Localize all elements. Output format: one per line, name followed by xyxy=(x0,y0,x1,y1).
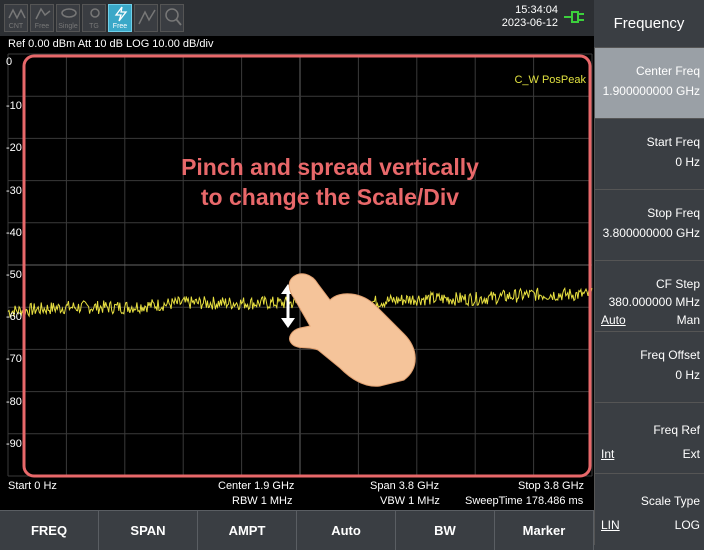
start-freq-item[interactable]: Start Freq 0 Hz xyxy=(594,119,704,190)
trace-label: C_W PosPeak xyxy=(514,74,586,86)
menu-item-label: Start Freq xyxy=(646,135,700,149)
tg-icon[interactable]: TG xyxy=(82,4,106,32)
freq-ref-item[interactable]: Freq Ref Int Ext xyxy=(594,403,704,474)
single-sweep-icon[interactable]: Single xyxy=(56,4,80,32)
center-freq-text: Center 1.9 GHz xyxy=(218,480,295,492)
menu-item-value: 380.000000 MHz xyxy=(608,295,700,309)
gesture-hint-line1: Pinch and spread vertically xyxy=(181,154,479,180)
gesture-hint-line2: to change the Scale/Div xyxy=(200,184,460,210)
y-axis-label: -60 xyxy=(6,311,22,324)
frequency-menu: Frequency Center Freq 1.900000000 GHz St… xyxy=(594,0,704,550)
rbw-text: RBW 1 MHz xyxy=(232,495,293,507)
y-axis-label: -50 xyxy=(6,269,22,281)
menu-item-value: 0 Hz xyxy=(675,155,700,169)
sweep-info-bar: Start 0 Hz Center 1.9 GHz RBW 1 MHz Span… xyxy=(0,478,594,508)
y-axis-label: -20 xyxy=(6,142,22,155)
vbw-text: VBW 1 MHz xyxy=(380,495,440,507)
start-freq-text: Start 0 Hz xyxy=(8,480,57,492)
menu-item-label: Freq Ref xyxy=(653,423,700,437)
gesture-highlight-frame xyxy=(22,54,592,478)
sweep-time-text: SweepTime 178.486 ms xyxy=(465,495,584,507)
y-axis-label: 0 xyxy=(6,56,13,68)
freq-key[interactable]: FREQ xyxy=(0,510,99,550)
spectrum-graph[interactable] xyxy=(0,52,594,480)
bottom-softkeys: FREQ SPAN AMPT Auto BW Marker xyxy=(0,510,594,550)
ref-level-line: Ref 0.00 dBm Att 10 dB LOG 10.00 dB/div xyxy=(8,38,214,50)
free-run-icon[interactable]: Free xyxy=(108,4,132,32)
zoom-icon[interactable] xyxy=(160,4,184,32)
stop-freq-item[interactable]: Stop Freq 3.800000000 GHz xyxy=(594,190,704,261)
marker-key[interactable]: Marker xyxy=(495,510,594,550)
cf-step-man-option[interactable]: Man xyxy=(677,313,700,327)
menu-item-label: Center Freq xyxy=(635,64,700,78)
auto-key[interactable]: Auto xyxy=(297,510,396,550)
power-plug-icon xyxy=(564,11,584,23)
freq-ref-int-option[interactable]: Int xyxy=(601,447,614,461)
top-toolbar: CNT Free Single TG Free 15:34:04 2023-06… xyxy=(0,0,594,36)
pinch-hand-icon xyxy=(281,273,416,387)
bw-key[interactable]: BW xyxy=(396,510,495,550)
y-axis-label: -80 xyxy=(6,395,22,408)
menu-item-label: Freq Offset xyxy=(640,348,700,362)
menu-item-value: 0 Hz xyxy=(675,368,700,382)
menu-item-value: 3.800000000 GHz xyxy=(602,226,700,240)
stop-freq-text: Stop 3.8 GHz xyxy=(518,480,585,492)
date-text: 2023-06-12 xyxy=(501,17,558,29)
menu-item-label: Stop Freq xyxy=(647,206,700,220)
menu-item-value: 1.900000000 GHz xyxy=(602,84,700,98)
y-axis-label: -40 xyxy=(6,226,22,239)
spectrum-plot[interactable]: C_W PosPeak 0 -10 -20 -30 -40 -50 -60 -70 -80 -90… xyxy=(0,52,594,480)
scale-type-item[interactable]: Scale Type LIN LOG xyxy=(594,474,704,545)
scale-lin-option[interactable]: LIN xyxy=(601,518,620,532)
freq-offset-item[interactable]: Freq Offset 0 Hz xyxy=(594,332,704,403)
scale-log-option[interactable]: LOG xyxy=(675,518,700,532)
plot-grid xyxy=(7,53,593,477)
freq-ref-ext-option[interactable]: Ext xyxy=(683,447,700,461)
cont-sweep-icon[interactable]: CNT xyxy=(4,4,28,32)
menu-item-label: CF Step xyxy=(655,277,700,291)
time-text: 15:34:04 xyxy=(515,4,558,16)
y-axis-label: -10 xyxy=(6,100,22,113)
center-freq-item[interactable]: Center Freq 1.900000000 GHz xyxy=(594,48,704,119)
clock: 15:34:04 2023-06-12 xyxy=(502,4,558,30)
span-key[interactable]: SPAN xyxy=(99,510,198,550)
y-axis-label: -90 xyxy=(6,437,22,450)
menu-title: Frequency xyxy=(594,0,704,48)
trigger-icon[interactable]: Free xyxy=(30,4,54,32)
y-axis-label: -70 xyxy=(6,353,22,366)
menu-item-label: Scale Type xyxy=(640,494,700,508)
marker-peak-icon[interactable] xyxy=(134,4,158,32)
cf-step-auto-option[interactable]: Auto xyxy=(601,313,626,327)
y-axis-label: -30 xyxy=(6,184,22,197)
ampt-key[interactable]: AMPT xyxy=(198,510,297,550)
cf-step-item[interactable]: CF Step 380.000000 MHz Auto Man xyxy=(594,261,704,332)
span-text: Span 3.8 GHz xyxy=(370,480,440,492)
gesture-hint-text: Pinch and spread vertically to change th… xyxy=(130,152,530,212)
